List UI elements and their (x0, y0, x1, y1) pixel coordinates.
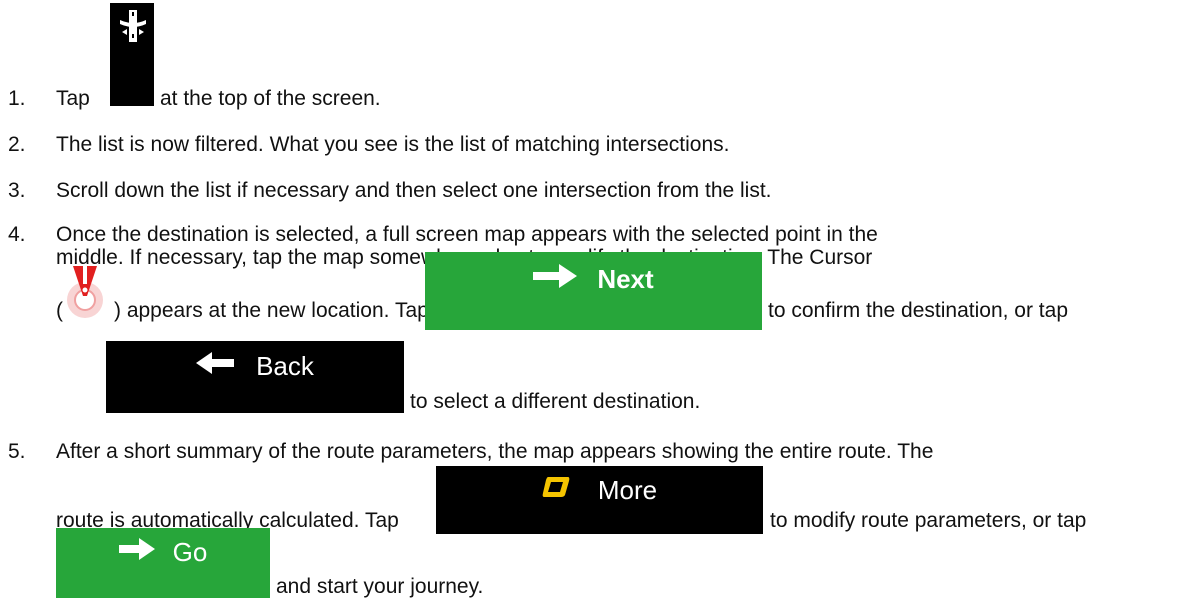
highway-button[interactable] (110, 3, 154, 106)
step-4-after-cursor: ) appears at the new location. Tap (114, 299, 429, 322)
go-button[interactable]: Go (56, 528, 270, 598)
highway-intersection-icon (118, 10, 148, 48)
step-4-line-1: Once the destination is selected, a full… (56, 223, 878, 246)
step-4-number: 4. (8, 223, 26, 246)
more-button-label: More (597, 474, 658, 505)
next-button[interactable]: Next (425, 252, 762, 330)
back-button-label: Back (256, 350, 314, 381)
step-5-number: 5. (8, 440, 26, 463)
arrow-left-icon (196, 352, 235, 380)
step-4-after-back: to select a different destination. (410, 390, 701, 413)
arrow-right-icon (533, 264, 578, 294)
more-rounded-square-icon (542, 475, 570, 505)
step-2-text: The list is now filtered. What you see i… (56, 133, 730, 156)
step-5-line-1: After a short summary of the route param… (56, 440, 934, 463)
go-button-label: Go (172, 536, 208, 567)
next-button-label: Next (597, 263, 654, 294)
step-5-after-more: to modify route parameters, or tap (770, 509, 1087, 532)
arrow-right-icon (118, 538, 155, 566)
step-1-text-after: at the top of the screen. (160, 87, 381, 110)
step-5-after-go: and start your journey. (276, 575, 484, 598)
more-button[interactable]: More (436, 466, 763, 534)
step-1-number: 1. (8, 87, 26, 110)
step-4-after-next: to confirm the destination, or tap (768, 299, 1068, 322)
step-2-number: 2. (8, 133, 26, 156)
map-cursor-icon (62, 262, 108, 328)
step-1-text-before: Tap (56, 87, 90, 110)
back-button[interactable]: Back (106, 341, 404, 413)
step-3-number: 3. (8, 179, 26, 202)
step-3-text: Scroll down the list if necessary and th… (56, 179, 772, 202)
